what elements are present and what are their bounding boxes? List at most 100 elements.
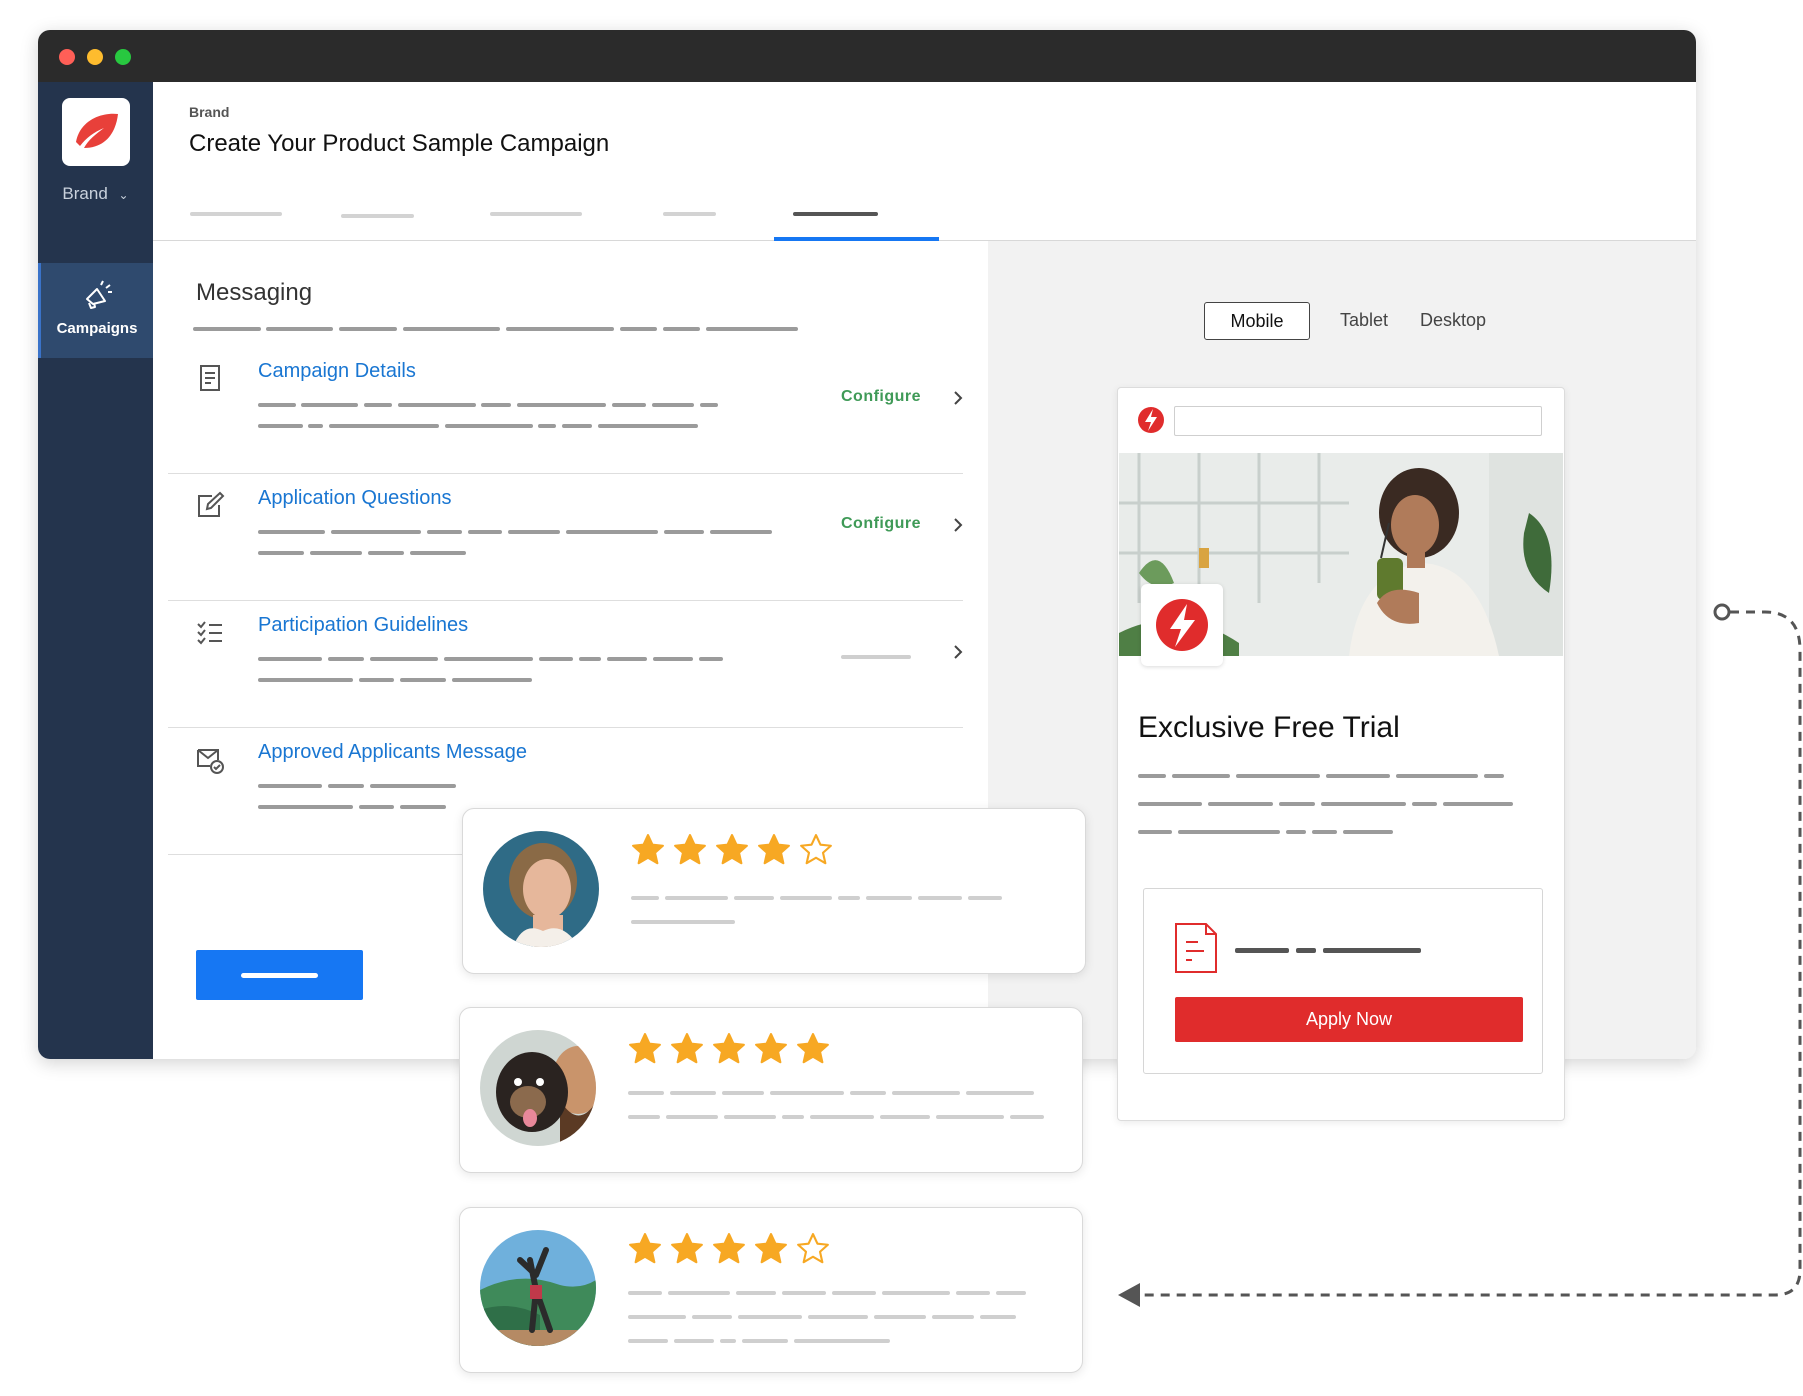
placeholder-text — [628, 1091, 664, 1095]
tab-step-1[interactable] — [190, 212, 282, 216]
placeholder-text — [538, 424, 556, 428]
review-card — [459, 1007, 1083, 1173]
device-toggle-mobile[interactable]: Mobile — [1204, 302, 1310, 340]
mail-check-icon — [197, 749, 224, 774]
placeholder-text — [1010, 1115, 1044, 1119]
star-filled-icon — [755, 1233, 787, 1264]
breadcrumb[interactable]: Brand — [189, 104, 229, 120]
placeholder-text — [810, 1115, 874, 1119]
title-bar — [38, 30, 1696, 82]
placeholder-text — [956, 1291, 990, 1295]
tab-step-3[interactable] — [490, 212, 582, 216]
chevron-right-icon[interactable] — [946, 640, 970, 664]
device-toggle-desktop[interactable]: Desktop — [1420, 310, 1486, 331]
star-filled-icon — [797, 1033, 829, 1064]
row-title[interactable]: Approved Applicants Message — [258, 741, 527, 764]
avatar — [480, 1230, 596, 1346]
avatar — [483, 831, 599, 947]
placeholder-text — [452, 678, 532, 682]
placeholder-text — [266, 327, 333, 331]
placeholder-text — [368, 551, 404, 555]
placeholder-text — [427, 530, 462, 534]
chevron-right-icon[interactable] — [946, 513, 970, 537]
placeholder-text — [339, 327, 397, 331]
placeholder-text — [631, 896, 659, 900]
star-filled-icon — [713, 1233, 745, 1264]
brand-logo[interactable] — [62, 98, 130, 166]
placeholder-text — [258, 424, 303, 428]
placeholder-text — [866, 896, 912, 900]
tab-step-2[interactable] — [341, 214, 414, 218]
placeholder-text — [410, 551, 466, 555]
placeholder-text — [328, 784, 364, 788]
tab-step-5-active[interactable] — [793, 212, 878, 216]
placeholder-text — [308, 424, 323, 428]
star-filled-icon — [758, 834, 790, 865]
status-placeholder — [841, 655, 911, 659]
placeholder-text — [996, 1291, 1026, 1295]
placeholder-text — [742, 1339, 788, 1343]
minimize-window-button[interactable] — [87, 49, 103, 65]
placeholder-text — [653, 657, 693, 661]
placeholder-text — [539, 657, 573, 661]
continue-button[interactable] — [196, 950, 363, 1000]
placeholder-text — [670, 1091, 716, 1095]
row-title[interactable]: Participation Guidelines — [258, 614, 468, 637]
placeholder-text — [736, 1291, 776, 1295]
row-title[interactable]: Application Questions — [258, 487, 451, 510]
placeholder-text — [598, 424, 698, 428]
placeholder-text — [932, 1315, 974, 1319]
placeholder-text — [892, 1091, 960, 1095]
placeholder-text — [882, 1291, 950, 1295]
placeholder-text — [652, 403, 694, 407]
chevron-right-icon[interactable] — [946, 386, 970, 410]
star-filled-icon — [632, 834, 664, 865]
configure-button[interactable]: Configure — [841, 388, 921, 406]
address-bar[interactable] — [1174, 406, 1542, 436]
configure-button[interactable]: Configure — [841, 515, 921, 533]
placeholder-text — [258, 530, 325, 534]
review-card — [462, 808, 1086, 974]
lightning-logo-icon — [1138, 407, 1164, 433]
reviewer-photo — [480, 1230, 596, 1346]
placeholder-text — [620, 327, 657, 331]
placeholder-text — [664, 530, 704, 534]
placeholder-text — [258, 678, 353, 682]
placeholder-text — [780, 896, 832, 900]
star-filled-icon — [671, 1033, 703, 1064]
maximize-window-button[interactable] — [115, 49, 131, 65]
placeholder-text — [738, 1315, 802, 1319]
placeholder-text — [562, 424, 592, 428]
placeholder-text — [481, 403, 511, 407]
brand-dropdown[interactable]: Brand ⌄ — [38, 184, 153, 204]
placeholder-text — [720, 1339, 736, 1343]
checklist-icon — [197, 621, 222, 645]
flow-connector-arrow — [1118, 603, 1802, 1307]
placeholder-text — [782, 1291, 826, 1295]
placeholder-text — [359, 805, 394, 809]
row-title[interactable]: Campaign Details — [258, 360, 416, 383]
placeholder-text — [874, 1315, 926, 1319]
placeholder-text — [403, 327, 500, 331]
list-item-participation-guidelines[interactable]: Participation Guidelines — [168, 600, 963, 728]
placeholder-text — [880, 1115, 930, 1119]
leaf-logo-icon — [76, 113, 118, 148]
star-rating — [628, 1232, 838, 1271]
placeholder-text — [770, 1091, 844, 1095]
device-toggle-tablet[interactable]: Tablet — [1340, 310, 1388, 331]
close-window-button[interactable] — [59, 49, 75, 65]
sidebar-item-campaigns[interactable]: Campaigns — [38, 263, 153, 358]
list-item-application-questions[interactable]: Application Questions Configure — [168, 473, 963, 601]
reviewer-photo — [483, 831, 599, 947]
placeholder-text — [444, 657, 533, 661]
tab-step-4[interactable] — [663, 212, 716, 216]
page-header: Brand Create Your Product Sample Campaig… — [153, 82, 1696, 241]
placeholder-text — [631, 920, 735, 924]
placeholder-text — [724, 1115, 776, 1119]
list-item-campaign-details[interactable]: Campaign Details Configure — [168, 346, 963, 474]
placeholder-text — [193, 327, 261, 331]
placeholder-text — [808, 1315, 868, 1319]
placeholder-text — [734, 896, 774, 900]
placeholder-text — [663, 327, 700, 331]
placeholder-text — [331, 530, 421, 534]
